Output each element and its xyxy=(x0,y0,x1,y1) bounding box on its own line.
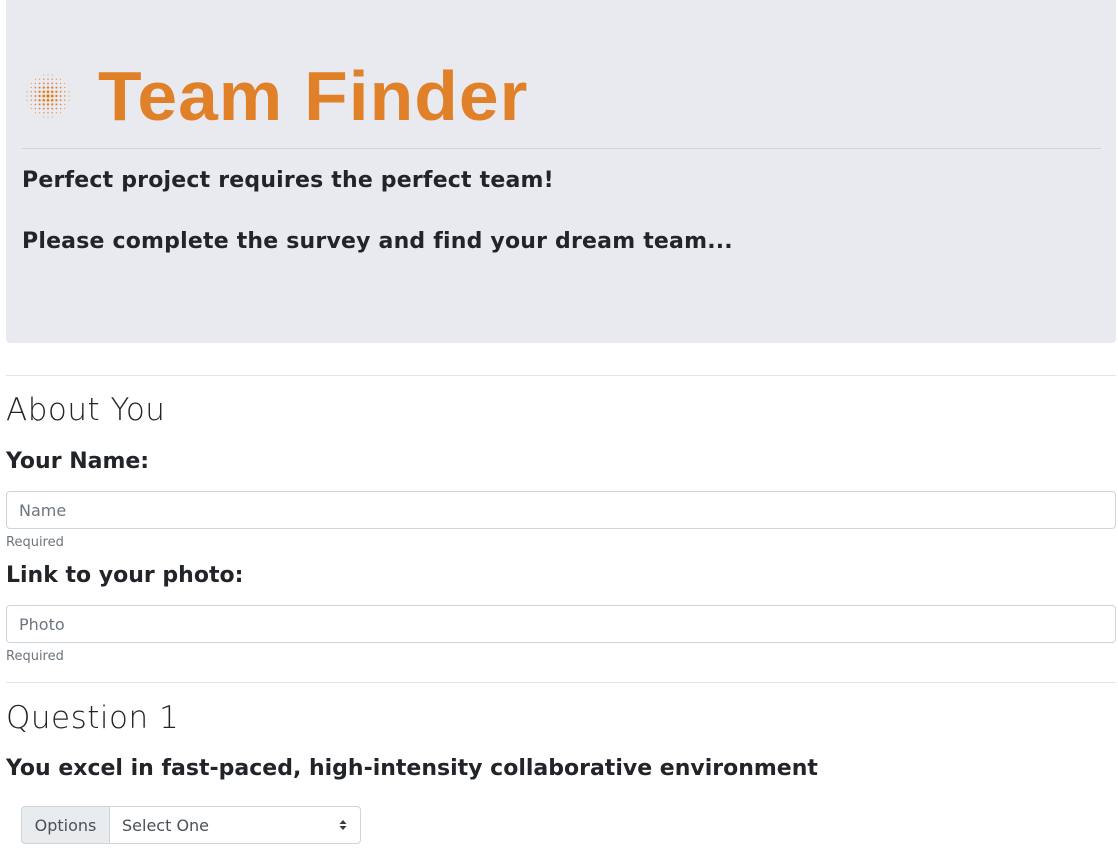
name-label: Your Name: xyxy=(6,449,150,474)
header-subtitle: Please complete the survey and find your… xyxy=(22,229,733,254)
section-divider xyxy=(6,682,1116,683)
question-1-text: You excel in fast-paced, high-intensity … xyxy=(6,756,818,781)
select-arrows-icon xyxy=(339,820,347,830)
question-1-select[interactable]: Select One xyxy=(110,806,361,844)
photo-input[interactable] xyxy=(6,605,1116,643)
photo-label: Link to your photo: xyxy=(6,563,244,588)
name-required-hint: Required xyxy=(6,535,64,550)
section-divider xyxy=(6,375,1116,376)
header-jumbotron: Team Finder Perfect project requires the… xyxy=(6,0,1116,343)
radial-dots-icon xyxy=(26,74,70,118)
survey-page: Team Finder Perfect project requires the… xyxy=(0,0,1118,852)
options-prepend-label: Options xyxy=(21,806,110,844)
select-value: Select One xyxy=(122,815,210,835)
header-divider xyxy=(22,148,1101,149)
header-tagline: Perfect project requires the perfect tea… xyxy=(22,168,554,193)
page-title: Team Finder xyxy=(98,57,529,135)
photo-required-hint: Required xyxy=(6,649,64,664)
about-section-title: About You xyxy=(6,392,166,428)
brand: Team Finder xyxy=(26,58,527,134)
name-input[interactable] xyxy=(6,491,1116,529)
question-1-title: Question 1 xyxy=(6,700,180,736)
question-1-select-group: Options Select One xyxy=(21,806,361,844)
